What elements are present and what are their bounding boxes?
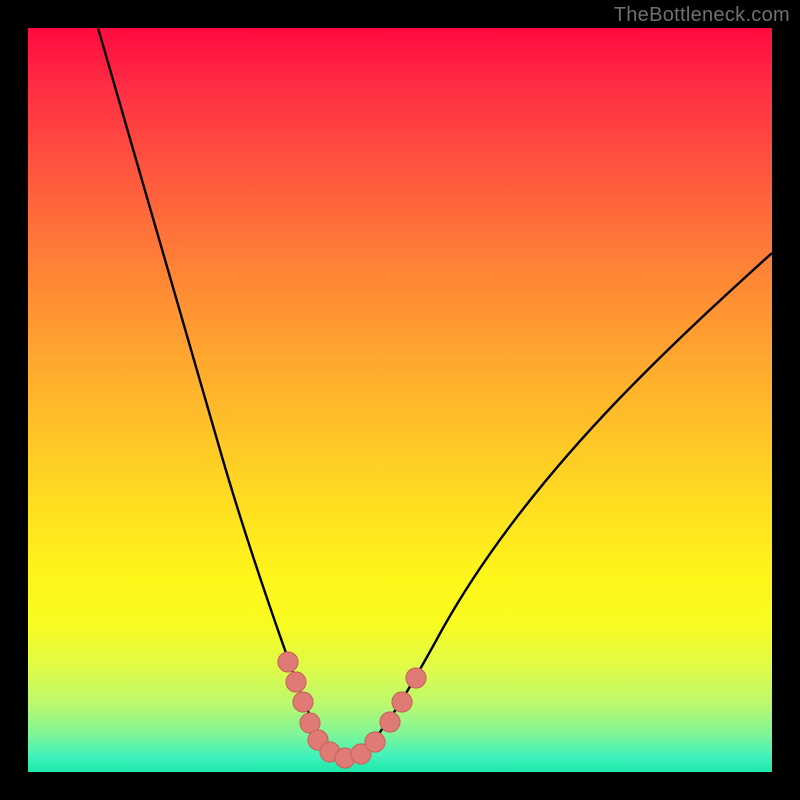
marker-dot (380, 712, 400, 732)
marker-dot (406, 668, 426, 688)
outer-frame: TheBottleneck.com (0, 0, 800, 800)
watermark-text: TheBottleneck.com (614, 4, 790, 27)
marker-dot (365, 732, 385, 752)
marker-dot (392, 692, 412, 712)
chart-svg (28, 28, 772, 772)
curve-left-branch (98, 28, 343, 758)
marker-dot (286, 672, 306, 692)
plot-area (28, 28, 772, 772)
marker-dot (293, 692, 313, 712)
marker-group (278, 652, 426, 768)
marker-dot (278, 652, 298, 672)
